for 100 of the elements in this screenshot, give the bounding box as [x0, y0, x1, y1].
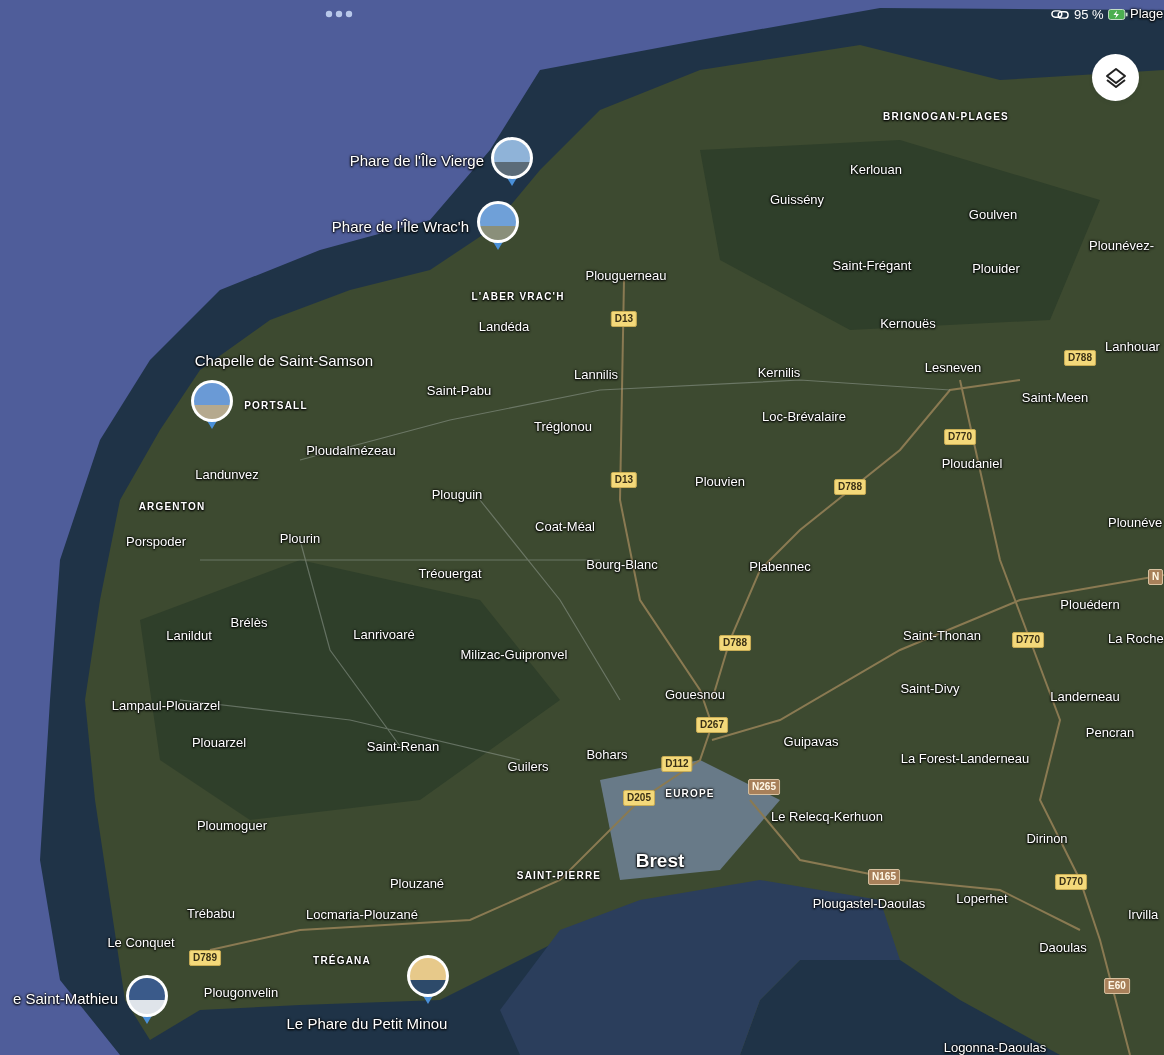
place-label: Lannilis	[573, 367, 619, 381]
photo-pin[interactable]	[190, 379, 234, 431]
layers-icon	[1103, 65, 1128, 90]
road-number-sign: D13	[610, 472, 638, 488]
photo-pin[interactable]	[125, 974, 169, 1026]
place-label: Loperhet	[956, 891, 1008, 905]
road-number-sign: D788	[834, 479, 866, 495]
place-label: Milizac-Guipronvel	[460, 647, 568, 661]
place-label: Guipavas	[783, 734, 839, 748]
place-label: Plouguin	[431, 487, 483, 501]
place-label: Landerneau	[1050, 689, 1120, 703]
place-label: Guissény	[769, 192, 825, 206]
place-label: Plougonvelin	[203, 985, 279, 999]
place-label: Plage	[1130, 7, 1164, 20]
place-label: Saint-Meen	[1021, 390, 1089, 404]
place-label: Plouarzel	[191, 735, 247, 749]
road-number-sign: N	[1148, 569, 1164, 585]
place-label: Saint-Renan	[366, 739, 440, 753]
place-label: Irvilla	[1128, 907, 1159, 921]
place-label: Loc-Brévalaire	[762, 409, 846, 423]
place-label: Ploudalmézeau	[306, 443, 396, 457]
road-number-sign: D788	[719, 635, 751, 651]
place-label: Dirinon	[1026, 831, 1068, 845]
district-label: BRIGNOGAN-PLAGES	[883, 112, 1009, 122]
place-label: Plounéve	[1108, 515, 1163, 529]
photo-pin[interactable]	[490, 136, 534, 188]
charging-battery-icon	[1108, 9, 1128, 20]
place-label: Brélès	[230, 615, 268, 629]
place-label: Plouider	[972, 261, 1020, 275]
place-label: Plouguerneau	[585, 268, 667, 282]
place-label: Plouvien	[695, 474, 745, 488]
landmark-label[interactable]: Le Phare du Petit Minou	[286, 1015, 448, 1031]
road-number-sign: D770	[1055, 874, 1087, 890]
road-number-sign: D770	[944, 429, 976, 445]
road-number-sign: D205	[623, 790, 655, 806]
road-number-sign: N165	[868, 869, 900, 885]
place-label: Coat-Méal	[535, 519, 595, 533]
place-label: Gouesnou	[665, 687, 725, 701]
landmark-label[interactable]: Phare de l'Île Vierge	[349, 152, 484, 168]
place-label: Landunvez	[195, 467, 259, 481]
place-label: La Roche	[1108, 631, 1164, 645]
multitasking-dots-icon[interactable]	[325, 10, 353, 18]
place-label: Logonna-Daoulas	[943, 1040, 1047, 1054]
place-label: Plourin	[279, 531, 321, 545]
place-label: Plouzané	[389, 876, 445, 890]
road-number-sign: D267	[696, 717, 728, 733]
place-label: Ploudaniel	[941, 456, 1003, 470]
place-label: Saint-Pabu	[426, 383, 492, 397]
place-label: Lampaul-Plouarzel	[111, 698, 221, 712]
place-label: Saint-Thonan	[902, 628, 982, 642]
road-number-sign: D770	[1012, 632, 1044, 648]
road-number-sign: N265	[748, 779, 780, 795]
place-label: Lanrivoaré	[353, 627, 415, 641]
place-label: Bourg-Blanc	[586, 557, 658, 571]
district-label: EUROPE	[665, 789, 715, 799]
place-label: Ploumoguer	[196, 818, 268, 832]
photo-pin[interactable]	[476, 200, 520, 252]
place-label: Lanhouar	[1105, 339, 1160, 353]
place-label: Tréglonou	[533, 419, 593, 433]
road-number-sign: D112	[661, 756, 693, 772]
place-label: Locmaria-Plouzané	[306, 907, 418, 921]
place-label: La Forest-Landerneau	[900, 751, 1030, 765]
landmark-label[interactable]: Phare de l'Île Wrac'h	[331, 218, 469, 234]
district-label: ARGENTON	[138, 502, 206, 512]
place-label: Trébabu	[187, 906, 235, 920]
link-icon	[1051, 9, 1069, 20]
place-label: Landéda	[478, 319, 530, 333]
place-label: Bohars	[586, 747, 628, 761]
place-label: Kernilis	[757, 365, 801, 379]
photo-pin[interactable]	[406, 954, 450, 1006]
landmark-label[interactable]: e Saint-Mathieu	[12, 990, 118, 1006]
place-label: Pencran	[1085, 725, 1135, 739]
place-label: Porspoder	[126, 534, 186, 548]
landmark-label[interactable]: Chapelle de Saint-Samson	[194, 352, 374, 368]
road-number-sign: E60	[1104, 978, 1130, 994]
place-label: Le Conquet	[107, 935, 175, 949]
district-label: L'ABER VRAC'H	[471, 292, 565, 302]
place-label: Goulven	[968, 207, 1018, 221]
place-label: Le Relecq-Kerhuon	[771, 809, 883, 823]
district-label: TRÉGANA	[313, 956, 371, 966]
place-label: Guilers	[507, 759, 549, 773]
place-label: Plouédern	[1060, 597, 1120, 611]
battery-percentage: 95 %	[1074, 8, 1104, 21]
place-label: Plounévez-	[1089, 238, 1155, 252]
place-label: Daoulas	[1039, 940, 1087, 954]
place-label: Kerlouan	[850, 162, 902, 176]
district-label: PORTSALL	[244, 401, 308, 411]
place-label: Saint-Divy	[900, 681, 960, 695]
place-label: Lanildut	[166, 628, 212, 642]
place-label: Lesneven	[924, 360, 982, 374]
place-label: Saint-Frégant	[832, 258, 912, 272]
road-number-sign: D13	[610, 311, 638, 327]
city-label: Brest	[635, 850, 685, 870]
road-number-sign: D788	[1064, 350, 1096, 366]
place-label: Tréouergat	[418, 566, 482, 580]
road-number-sign: D789	[189, 950, 221, 966]
district-label: SAINT-PIERRE	[516, 871, 602, 881]
place-label: Plabennec	[749, 559, 811, 573]
place-label: Kernouës	[880, 316, 936, 330]
place-label: Plougastel-Daoulas	[812, 896, 926, 910]
